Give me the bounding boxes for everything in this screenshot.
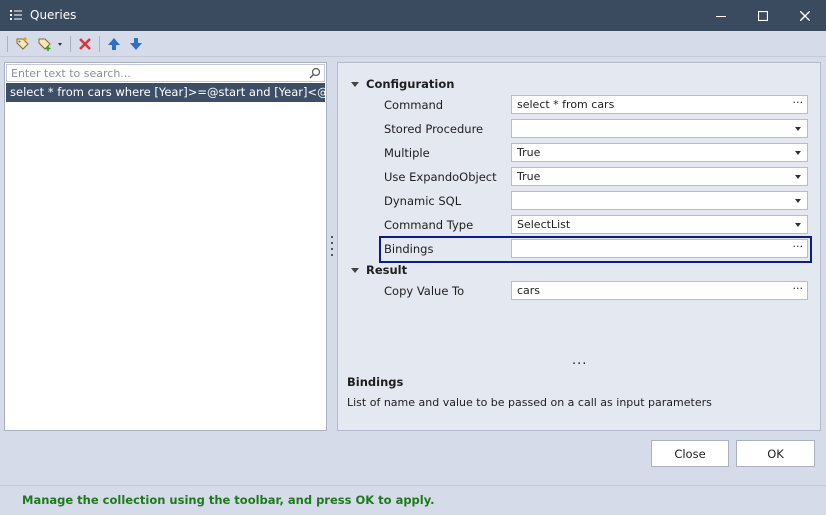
prop-label-command: Command — [384, 98, 444, 112]
command-editor[interactable]: select * from cars ··· — [511, 95, 808, 114]
prop-label-dynamic-sql: Dynamic SQL — [384, 194, 462, 208]
collapse-caret-icon — [351, 81, 359, 87]
query-list-panel: select * from cars where [Year]>=@start … — [4, 62, 327, 431]
dropdown-arrow-icon[interactable] — [795, 151, 801, 155]
description-text: List of name and value to be passed on a… — [347, 396, 712, 409]
move-up-icon — [108, 38, 120, 50]
delete-button[interactable] — [75, 34, 95, 54]
command-type-select[interactable]: SelectList — [511, 215, 808, 234]
section-result[interactable]: Result — [351, 263, 407, 277]
minimize-button[interactable] — [700, 0, 742, 31]
property-grid: Configuration Command select * from cars… — [337, 62, 821, 431]
stored-procedure-select[interactable] — [511, 119, 808, 138]
multiple-value: True — [517, 146, 541, 159]
close-button[interactable]: Close — [651, 440, 729, 467]
multiple-select[interactable]: True — [511, 143, 808, 162]
add-dropdown-icon — [38, 38, 62, 51]
description-resize-handle[interactable]: ... — [572, 353, 587, 368]
use-expandoobject-value: True — [517, 170, 541, 183]
dropdown-arrow-icon[interactable] — [795, 223, 801, 227]
ellipsis-icon[interactable]: ··· — [793, 240, 804, 253]
list-item-query[interactable]: select * from cars where [Year]>=@start … — [6, 83, 325, 102]
prop-label-command-type: Command Type — [384, 218, 474, 232]
search-input[interactable] — [11, 66, 301, 80]
close-icon — [800, 10, 810, 21]
prop-label-bindings: Bindings — [384, 242, 434, 256]
toolbar-separator — [99, 36, 100, 52]
status-bar: Manage the collection using the toolbar,… — [0, 485, 826, 515]
search-icon — [309, 67, 321, 79]
move-down-icon — [130, 38, 142, 50]
command-type-value: SelectList — [517, 218, 571, 231]
add-dropdown-button[interactable] — [36, 34, 66, 54]
copy-value-to-editor[interactable]: cars ··· — [511, 281, 808, 300]
minimize-icon — [716, 15, 726, 17]
window-title: Queries — [30, 8, 77, 22]
ellipsis-icon[interactable]: ··· — [793, 96, 804, 109]
status-message: Manage the collection using the toolbar,… — [22, 493, 435, 507]
section-title: Configuration — [366, 77, 455, 91]
close-window-button[interactable] — [784, 0, 826, 31]
command-value: select * from cars — [517, 98, 615, 111]
move-up-button[interactable] — [104, 34, 124, 54]
use-expandoobject-select[interactable]: True — [511, 167, 808, 186]
dynamic-sql-select[interactable] — [511, 191, 808, 210]
ellipsis-icon[interactable]: ··· — [793, 282, 804, 295]
toolbar — [0, 31, 826, 57]
maximize-icon — [758, 10, 768, 21]
dropdown-arrow-icon[interactable] — [795, 199, 801, 203]
title-bar: Queries — [0, 0, 826, 31]
section-title: Result — [366, 263, 408, 277]
search-box — [6, 64, 325, 82]
dropdown-arrow-icon[interactable] — [795, 175, 801, 179]
dropdown-arrow-icon[interactable] — [795, 127, 801, 131]
prop-label-stored-procedure: Stored Procedure — [384, 122, 484, 136]
toolbar-grip — [7, 36, 8, 52]
splitter-handle[interactable] — [329, 236, 335, 256]
prop-label-use-expandoobject: Use ExpandoObject — [384, 170, 497, 184]
add-query-icon — [16, 37, 29, 50]
bindings-editor[interactable]: ··· — [511, 239, 808, 258]
prop-label-multiple: Multiple — [384, 146, 430, 160]
ok-button[interactable]: OK — [736, 440, 815, 467]
list-icon — [10, 10, 22, 20]
prop-label-copy-value-to: Copy Value To — [384, 284, 465, 298]
move-down-button[interactable] — [126, 34, 146, 54]
section-configuration[interactable]: Configuration — [351, 77, 454, 91]
add-query-button[interactable] — [12, 34, 32, 54]
maximize-button[interactable] — [742, 0, 784, 31]
delete-icon — [79, 38, 91, 50]
toolbar-separator — [70, 36, 71, 52]
collapse-caret-icon — [351, 267, 359, 273]
copy-value-to-value: cars — [517, 284, 541, 297]
description-title: Bindings — [347, 375, 404, 389]
